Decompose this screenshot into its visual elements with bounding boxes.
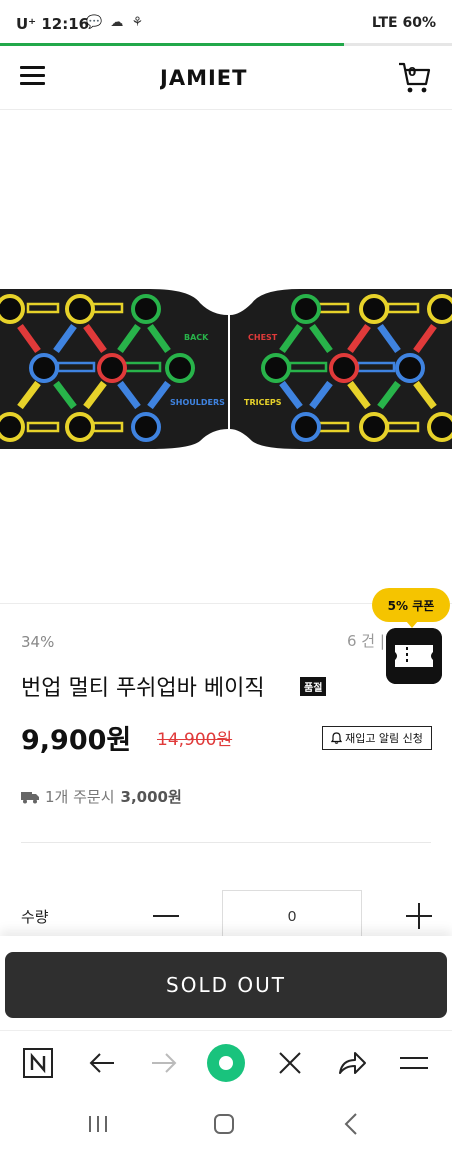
svg-text:JAMIET: JAMIET [160, 66, 247, 90]
original-price: 14,900원 [157, 730, 233, 750]
home-icon[interactable] [210, 1110, 238, 1138]
truck-icon [21, 791, 39, 803]
review-count[interactable]: 6 건 | [347, 630, 385, 651]
notification-icons: 💬 ☁ ⚘ [86, 15, 146, 30]
sold-out-button[interactable]: SOLD OUT [5, 952, 447, 1018]
quantity-label: 수량 [21, 908, 49, 926]
sale-price: 9,900원 [21, 725, 132, 756]
shipping-fee: 3,000원 [120, 788, 182, 806]
share-icon[interactable] [336, 1047, 368, 1079]
svg-text:CHEST: CHEST [248, 333, 278, 342]
quantity-minus-icon[interactable] [152, 902, 180, 930]
soldout-badge: 품절 [300, 677, 327, 696]
system-navigation-bar [0, 1094, 452, 1158]
brand-logo[interactable]: JAMIET [160, 64, 292, 90]
status-right: LTE 60% [371, 15, 436, 31]
browser-toolbar [0, 1030, 452, 1094]
close-icon[interactable] [274, 1047, 306, 1079]
coupon-badge[interactable]: 5% 쿠폰 [372, 588, 450, 628]
discount-rate: 34% [21, 633, 55, 651]
cart-count-badge: 0 [408, 65, 417, 79]
shipping-prefix: 1개 주문시 [45, 788, 115, 806]
green-dot-icon[interactable] [206, 1043, 246, 1083]
menu-lines-icon[interactable] [398, 1047, 430, 1079]
restock-alert-button[interactable]: 재입고 알림 신청 [322, 726, 432, 750]
svg-text:SHOULDERS: SHOULDERS [170, 398, 225, 407]
naver-home-icon[interactable] [22, 1047, 54, 1079]
shipping-info: 1개 주문시 3,000원 [21, 786, 182, 807]
forward-arrow-icon[interactable] [148, 1047, 180, 1079]
coupon-ticket-icon[interactable] [386, 628, 442, 684]
quantity-plus-icon[interactable] [405, 902, 433, 930]
site-header: JAMIET 0 [0, 46, 452, 110]
hamburger-menu-icon[interactable] [20, 66, 46, 88]
product-image[interactable]: BACK SHOULDERS CHEST TRICEPS [0, 111, 452, 604]
quantity-input[interactable] [222, 890, 362, 942]
system-back-icon[interactable] [338, 1110, 366, 1138]
bell-icon [331, 732, 343, 744]
status-time: U⁺ 12:16 [16, 15, 90, 33]
svg-text:TRICEPS: TRICEPS [244, 398, 282, 407]
status-bar: U⁺ 12:16 💬 ☁ ⚘ LTE 60% [0, 0, 452, 44]
back-arrow-icon[interactable] [86, 1047, 118, 1079]
divider [21, 842, 431, 843]
product-title: 번업 멀티 푸쉬업바 베이직 [21, 676, 265, 701]
restock-alert-label: 재입고 알림 신청 [345, 732, 423, 745]
svg-text:BACK: BACK [184, 333, 209, 342]
recent-apps-icon[interactable] [84, 1110, 112, 1138]
